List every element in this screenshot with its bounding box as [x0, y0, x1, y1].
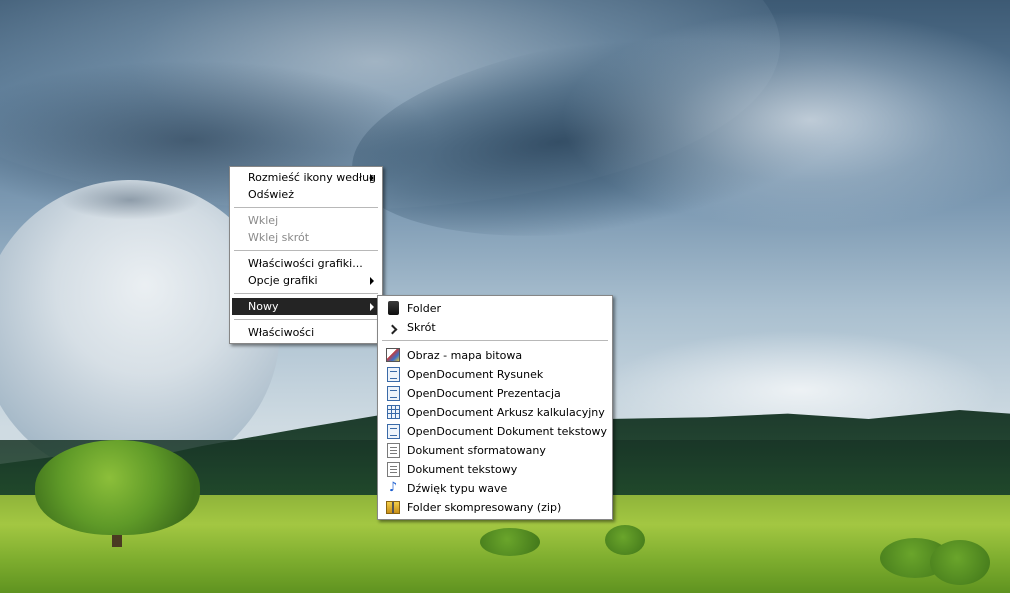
menu-item-arrange-icons[interactable]: Rozmieść ikony według: [232, 169, 380, 186]
submenu-item-od-spreadsheet[interactable]: OpenDocument Arkusz kalkulacyjny: [380, 403, 619, 422]
menu-item-label: Folder: [407, 302, 441, 315]
menu-item-label: Obraz - mapa bitowa: [407, 349, 523, 362]
shortcut-icon: [386, 320, 400, 334]
wave-sound-icon: ♪: [388, 480, 398, 495]
menu-separator: [234, 319, 378, 320]
menu-item-label: Wklej skrót: [248, 231, 310, 244]
menu-separator: [234, 293, 378, 294]
tree: [35, 440, 200, 535]
submenu-arrow-icon: [370, 174, 374, 182]
opendocument-text-icon: [387, 424, 400, 439]
menu-item-label: Właściwości grafiki...: [248, 257, 363, 270]
menu-separator: [234, 250, 378, 251]
menu-item-label: Nowy: [248, 300, 279, 313]
zip-folder-icon: [386, 501, 400, 514]
submenu-item-shortcut[interactable]: Skrót: [380, 318, 619, 337]
desktop-context-menu: Rozmieść ikony według Odśwież Wklej Wkle…: [229, 166, 383, 344]
submenu-item-bitmap[interactable]: Obraz - mapa bitowa: [380, 346, 619, 365]
menu-item-paste-shortcut[interactable]: Wklej skrót: [232, 229, 380, 246]
submenu-item-text-document[interactable]: Dokument tekstowy: [380, 460, 619, 479]
menu-item-properties[interactable]: Właściwości: [232, 324, 380, 341]
menu-item-label: Skrót: [407, 321, 436, 334]
menu-item-label: Folder skompresowany (zip): [407, 501, 562, 514]
submenu-item-folder[interactable]: Folder: [380, 299, 619, 318]
opendocument-drawing-icon: [387, 367, 400, 382]
menu-item-label: OpenDocument Arkusz kalkulacyjny: [407, 406, 605, 419]
menu-item-graphics-options[interactable]: Opcje grafiki: [232, 272, 380, 289]
new-submenu: Folder Skrót Obraz - mapa bitowa OpenDoc…: [377, 295, 613, 520]
menu-item-label: Odśwież: [248, 188, 294, 201]
text-document-icon: [387, 462, 400, 477]
menu-item-label: OpenDocument Dokument tekstowy: [407, 425, 608, 438]
submenu-item-od-text[interactable]: OpenDocument Dokument tekstowy: [380, 422, 619, 441]
menu-item-label: Właściwości: [248, 326, 315, 339]
menu-item-refresh[interactable]: Odśwież: [232, 186, 380, 203]
submenu-item-wave-sound[interactable]: ♪ Dźwięk typu wave: [380, 479, 619, 498]
opendocument-spreadsheet-icon: [387, 405, 400, 419]
folder-icon: [388, 301, 399, 315]
menu-item-label: Opcje grafiki: [248, 274, 318, 287]
bush: [480, 528, 540, 556]
submenu-item-od-drawing[interactable]: OpenDocument Rysunek: [380, 365, 619, 384]
menu-item-label: OpenDocument Rysunek: [407, 368, 544, 381]
menu-item-paste[interactable]: Wklej: [232, 212, 380, 229]
menu-separator: [382, 340, 608, 341]
menu-item-label: Dokument tekstowy: [407, 463, 518, 476]
bush: [605, 525, 645, 555]
menu-item-label: Dźwięk typu wave: [407, 482, 508, 495]
menu-item-new[interactable]: Nowy: [232, 298, 380, 315]
menu-item-graphics-properties[interactable]: Właściwości grafiki...: [232, 255, 380, 272]
menu-item-label: OpenDocument Prezentacja: [407, 387, 561, 400]
bitmap-image-icon: [386, 348, 400, 362]
menu-item-label: Wklej: [248, 214, 279, 227]
submenu-item-od-presentation[interactable]: OpenDocument Prezentacja: [380, 384, 619, 403]
rich-text-document-icon: [387, 443, 400, 458]
submenu-arrow-icon: [370, 277, 374, 285]
menu-separator: [234, 207, 378, 208]
submenu-item-zip-folder[interactable]: Folder skompresowany (zip): [380, 498, 619, 517]
bush: [930, 540, 990, 585]
menu-item-label: Rozmieść ikony według: [248, 171, 377, 184]
menu-item-label: Dokument sformatowany: [407, 444, 546, 457]
submenu-item-rich-text[interactable]: Dokument sformatowany: [380, 441, 619, 460]
submenu-arrow-icon: [370, 303, 374, 311]
planet-surface: [60, 180, 200, 220]
opendocument-presentation-icon: [387, 386, 400, 401]
